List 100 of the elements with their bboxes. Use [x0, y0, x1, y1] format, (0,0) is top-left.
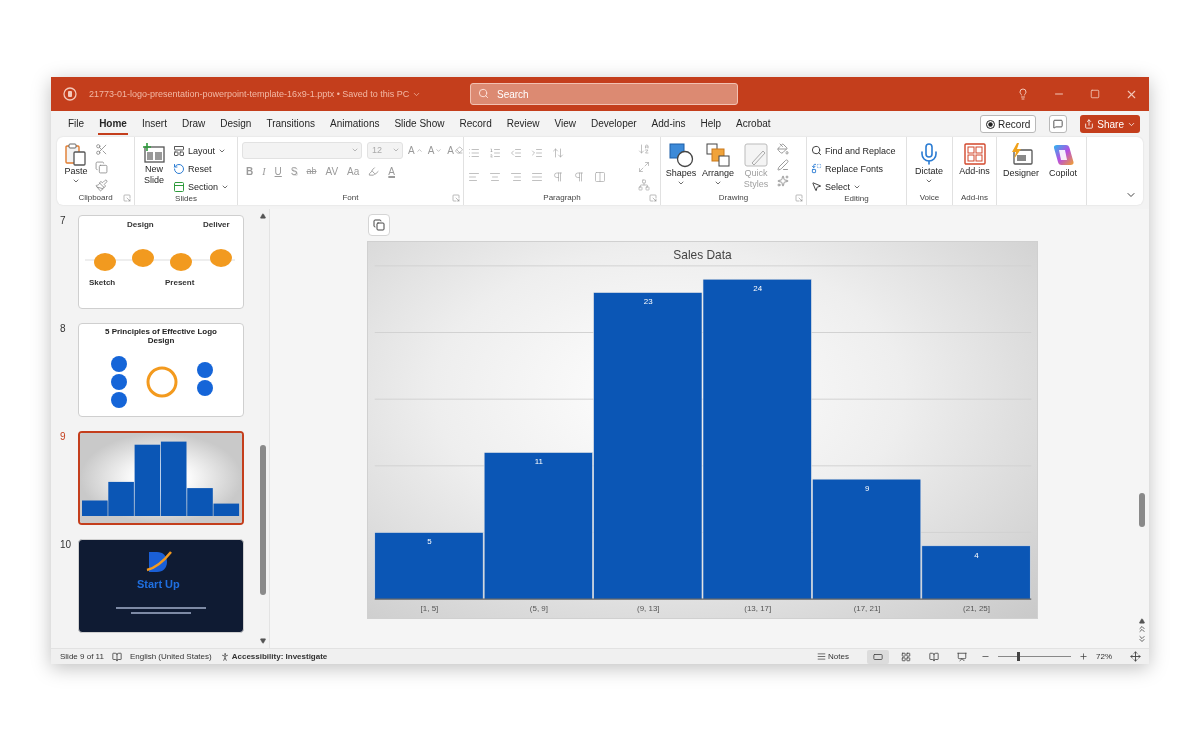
format-painter-icon[interactable]	[95, 179, 108, 192]
arrange-icon	[705, 142, 731, 168]
next-slide-icon[interactable]	[1137, 634, 1147, 644]
add-ins-icon	[962, 142, 987, 166]
dialog-launcher-icon[interactable]	[123, 194, 131, 202]
select-button[interactable]: Select	[811, 179, 896, 194]
designer-button[interactable]: Designer	[1001, 141, 1041, 179]
dropdown-caret-icon	[392, 146, 400, 154]
accessibility-status[interactable]: Accessibility: Investigate	[231, 652, 328, 661]
copilot-button[interactable]: Copilot	[1045, 141, 1081, 179]
ribbon-tab[interactable]: File	[67, 113, 86, 135]
add-ins-button[interactable]: Add-ins	[957, 141, 992, 177]
comments-button[interactable]	[1049, 115, 1068, 133]
replace-fonts-button[interactable]: Replace Fonts	[811, 161, 896, 176]
accessibility-icon[interactable]	[219, 651, 230, 662]
dictate-button[interactable]: Dictate	[911, 141, 947, 185]
search-icon	[478, 88, 489, 99]
window-title: 21773-01-logo-presentation-powerpoint-template-16x9-1.pptx • Saved to this PC	[89, 88, 459, 100]
data-label: 4	[974, 550, 979, 560]
ribbon-tab[interactable]: Review	[505, 113, 541, 135]
layout-icon	[173, 144, 185, 157]
group-label: Add-ins	[960, 193, 989, 203]
ribbon-tab[interactable]: Design	[219, 113, 253, 135]
language-label[interactable]: English (United States)	[129, 652, 212, 661]
axis-label: (9, 13]	[637, 604, 660, 614]
ribbon-tab[interactable]: Developer	[590, 113, 638, 135]
new-slide-button[interactable]: New Slide	[139, 141, 169, 186]
lightbulb-icon[interactable]	[1017, 88, 1029, 100]
maximize-icon[interactable]	[1090, 89, 1100, 99]
paste-button[interactable]: Paste	[61, 141, 91, 185]
scissors-icon[interactable]	[95, 143, 108, 156]
data-label: 23	[643, 297, 653, 307]
shape-outline-icon[interactable]	[777, 159, 789, 171]
ribbon-tab[interactable]: Help	[699, 113, 723, 135]
ribbon-tab[interactable]: Animations	[328, 113, 381, 135]
ribbon-tab[interactable]: Acrobat	[735, 113, 772, 135]
layout-button[interactable]: Layout	[173, 143, 230, 158]
notes-icon	[817, 652, 827, 661]
thumbnail-title: 5 Principles of Effective Logo Design	[104, 327, 218, 346]
scrollbar-thumb[interactable]	[1139, 493, 1145, 527]
ribbon-tab[interactable]: Record	[458, 113, 493, 135]
new-slide-icon	[142, 142, 166, 164]
thumbnail-label: Design	[127, 220, 154, 230]
shape-fill-icon[interactable]	[777, 143, 789, 155]
slide-thumbnail[interactable]: 5 Principles of Effective Logo Design	[78, 323, 244, 417]
data-label: 5	[427, 537, 432, 547]
ribbon-tab[interactable]: Add-ins	[650, 113, 687, 135]
share-icon	[1084, 119, 1095, 129]
notes-button[interactable]: Notes	[817, 652, 849, 661]
section-icon	[173, 180, 185, 193]
data-label: 9	[864, 484, 870, 494]
scroll-up-icon[interactable]	[1139, 618, 1145, 624]
zoom-slider-thumb[interactable]	[1017, 652, 1021, 661]
designer-button[interactable]	[368, 214, 390, 236]
slide-thumbnail[interactable]: Start Up	[78, 539, 244, 633]
shape-effects-icon[interactable]	[777, 175, 789, 187]
reset-button[interactable]: Reset	[173, 161, 230, 176]
ribbon-tab[interactable]: Draw	[180, 113, 207, 135]
quick-styles-icon	[743, 142, 769, 168]
share-button[interactable]: Share	[1080, 115, 1140, 133]
search-field[interactable]: Search	[470, 83, 738, 105]
dialog-launcher-icon[interactable]	[795, 194, 803, 202]
section-button[interactable]: Section	[173, 179, 230, 194]
record-icon	[986, 119, 996, 129]
zoom-level: 72%	[1096, 652, 1112, 661]
shapes-button[interactable]: Shapes	[665, 141, 697, 187]
scroll-up-icon[interactable]	[260, 213, 266, 219]
thumbnail-label: Present	[165, 278, 195, 288]
fit-to-window-icon[interactable]	[1130, 651, 1141, 662]
paste-icon	[65, 142, 87, 166]
spelling-icon[interactable]	[111, 651, 122, 662]
ribbon-tab[interactable]: Transitions	[265, 113, 316, 135]
copy-icon[interactable]	[95, 161, 108, 174]
scrollbar-thumb[interactable]	[260, 445, 266, 595]
data-label: 24	[753, 284, 763, 294]
pointer-icon	[811, 181, 822, 192]
reset-icon	[173, 162, 185, 175]
view-icon	[901, 651, 911, 662]
axis-label: (21, 25]	[963, 604, 990, 614]
ribbon-tab[interactable]: View	[553, 113, 577, 135]
group-label: Paragraph	[543, 193, 581, 203]
group-label: Font	[342, 193, 359, 203]
copilot-icon	[373, 219, 385, 231]
slide-counter: Slide 9 of 11	[60, 652, 104, 661]
zoom-in-icon[interactable]	[1079, 652, 1088, 661]
scroll-down-icon[interactable]	[260, 638, 266, 644]
view-button[interactable]	[867, 649, 889, 664]
ribbon-tab[interactable]: Slide Show	[393, 113, 446, 135]
axis-label: (5, 9]	[529, 604, 548, 614]
find-and-replace-button[interactable]: Find and Replace	[811, 143, 896, 158]
slide-number: 7	[59, 215, 67, 226]
slide-thumbnail[interactable]: Design Deliver Sketch Present	[78, 215, 244, 309]
slide-number: 8	[59, 323, 67, 334]
chart-title: Sales Data	[673, 247, 732, 262]
ribbon-tab[interactable]: Home	[98, 113, 128, 135]
ribbon-tab[interactable]: Insert	[140, 113, 168, 135]
search-icon	[811, 145, 822, 156]
view-icon	[957, 651, 967, 662]
record-button[interactable]: Record	[980, 115, 1037, 133]
arrange-button[interactable]: Arrange	[701, 141, 735, 187]
